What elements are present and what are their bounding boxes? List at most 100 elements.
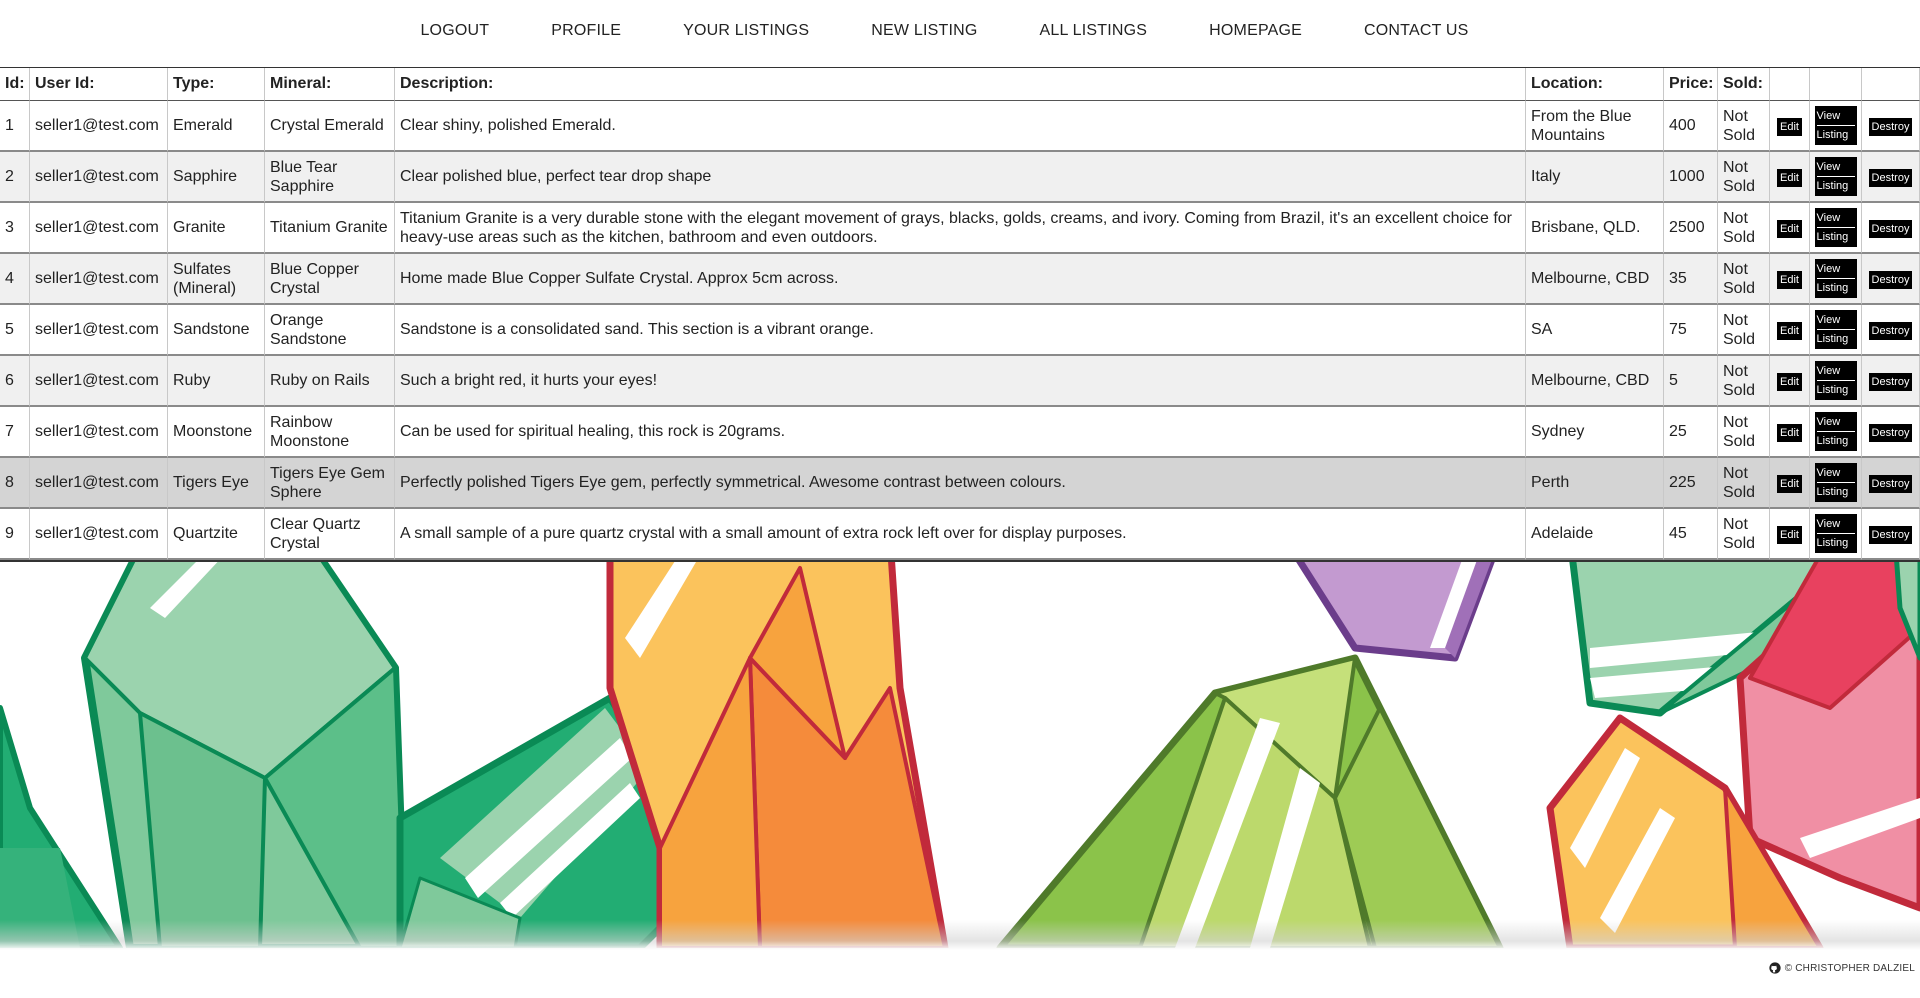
view-listing-button[interactable]: View Listing xyxy=(1814,259,1857,298)
edit-button[interactable]: Edit xyxy=(1777,270,1802,289)
view-listing-button[interactable]: View Listing xyxy=(1814,106,1857,145)
view-label-line1: View xyxy=(1816,413,1855,432)
cell-price: 2500 xyxy=(1664,203,1718,254)
table-row: 5 seller1@test.com Sandstone Orange Sandsto… xyxy=(0,305,1920,356)
destroy-button[interactable]: Destroy xyxy=(1868,474,1913,493)
edit-button[interactable]: Edit xyxy=(1777,321,1802,340)
destroy-button[interactable]: Destroy xyxy=(1868,219,1913,238)
nav-homepage[interactable]: HOMEPAGE xyxy=(1209,23,1302,39)
edit-button[interactable]: Edit xyxy=(1777,372,1802,391)
view-listing-button[interactable]: View Listing xyxy=(1814,361,1857,400)
cell-destroy: Destroy xyxy=(1862,101,1920,152)
cell-edit: Edit xyxy=(1770,407,1810,458)
cell-edit: Edit xyxy=(1770,254,1810,305)
cell-mineral: Clear Quartz Crystal xyxy=(265,509,395,560)
cell-destroy: Destroy xyxy=(1862,152,1920,203)
cell-sold: Not Sold xyxy=(1718,407,1770,458)
view-listing-button[interactable]: View Listing xyxy=(1814,412,1857,451)
cell-edit: Edit xyxy=(1770,101,1810,152)
cell-view: View Listing xyxy=(1810,458,1862,509)
cell-edit: Edit xyxy=(1770,509,1810,560)
cell-price: 35 xyxy=(1664,254,1718,305)
destroy-button[interactable]: Destroy xyxy=(1868,270,1913,289)
cell-type: Moonstone xyxy=(168,407,265,458)
cell-type: Emerald xyxy=(168,101,265,152)
cell-id: 2 xyxy=(0,152,30,203)
top-nav: LOGOUT PROFILE YOUR LISTINGS NEW LISTING ALL… xyxy=(0,0,1920,66)
cell-location: Adelaide xyxy=(1526,509,1664,560)
cell-user: seller1@test.com xyxy=(30,356,168,407)
cell-location: Sydney xyxy=(1526,407,1664,458)
edit-button[interactable]: Edit xyxy=(1777,423,1802,442)
cell-view: View Listing xyxy=(1810,509,1862,560)
destroy-button[interactable]: Destroy xyxy=(1868,372,1913,391)
cell-sold: Not Sold xyxy=(1718,458,1770,509)
destroy-button[interactable]: Destroy xyxy=(1868,423,1913,442)
nav-all-listings[interactable]: ALL LISTINGS xyxy=(1040,23,1148,39)
edit-button[interactable]: Edit xyxy=(1777,474,1802,493)
header-price: Price: xyxy=(1664,68,1718,101)
nav-contact-us[interactable]: CONTACT US xyxy=(1364,23,1469,39)
header-view xyxy=(1810,68,1862,101)
view-label-line2: Listing xyxy=(1816,486,1849,498)
edit-button[interactable]: Edit xyxy=(1777,525,1802,544)
view-listing-button[interactable]: View Listing xyxy=(1814,310,1857,349)
cell-price: 400 xyxy=(1664,101,1718,152)
destroy-button[interactable]: Destroy xyxy=(1868,321,1913,340)
nav-your-listings[interactable]: YOUR LISTINGS xyxy=(683,23,809,39)
table-row: 1 seller1@test.com Emerald Crystal Emerald C… xyxy=(0,101,1920,152)
cell-mineral: Rainbow Moonstone xyxy=(265,407,395,458)
cell-id: 1 xyxy=(0,101,30,152)
cell-mineral: Ruby on Rails xyxy=(265,356,395,407)
nav-logout[interactable]: LOGOUT xyxy=(420,23,489,39)
view-listing-button[interactable]: View Listing xyxy=(1814,514,1857,553)
cell-type: Quartzite xyxy=(168,509,265,560)
cell-price: 225 xyxy=(1664,458,1718,509)
header-type: Type: xyxy=(168,68,265,101)
cell-sold: Not Sold xyxy=(1718,152,1770,203)
edit-button[interactable]: Edit xyxy=(1777,117,1802,136)
cell-id: 3 xyxy=(0,203,30,254)
edit-button[interactable]: Edit xyxy=(1777,168,1802,187)
cell-view: View Listing xyxy=(1810,203,1862,254)
header-description: Description: xyxy=(395,68,1526,101)
destroy-button[interactable]: Destroy xyxy=(1868,168,1913,187)
cell-description: Home made Blue Copper Sulfate Crystal. A… xyxy=(395,254,1526,305)
view-listing-button[interactable]: View Listing xyxy=(1814,157,1857,196)
view-label-line1: View xyxy=(1816,260,1855,279)
cell-mineral: Crystal Emerald xyxy=(265,101,395,152)
view-label-line2: Listing xyxy=(1816,180,1849,192)
cell-user: seller1@test.com xyxy=(30,254,168,305)
cell-location: Brisbane, QLD. xyxy=(1526,203,1664,254)
cell-id: 9 xyxy=(0,509,30,560)
cell-type: Sandstone xyxy=(168,305,265,356)
cell-location: Melbourne, CBD xyxy=(1526,356,1664,407)
view-listing-button[interactable]: View Listing xyxy=(1814,463,1857,502)
github-icon[interactable] xyxy=(1769,962,1781,974)
cell-sold: Not Sold xyxy=(1718,101,1770,152)
header-edit xyxy=(1770,68,1810,101)
cell-description: Titanium Granite is a very durable stone… xyxy=(395,203,1526,254)
nav-new-listing[interactable]: NEW LISTING xyxy=(871,23,977,39)
listings-table-wrapper: Id: User Id: Type: Mineral: Description:… xyxy=(0,67,1920,562)
edit-button[interactable]: Edit xyxy=(1777,219,1802,238)
cell-id: 5 xyxy=(0,305,30,356)
cell-user: seller1@test.com xyxy=(30,101,168,152)
view-label-line2: Listing xyxy=(1816,435,1849,447)
view-label-line1: View xyxy=(1816,107,1855,126)
cell-description: Sandstone is a consolidated sand. This s… xyxy=(395,305,1526,356)
view-listing-button[interactable]: View Listing xyxy=(1814,208,1857,247)
table-row: 4 seller1@test.com Sulfates (Mineral) Blue … xyxy=(0,254,1920,305)
destroy-button[interactable]: Destroy xyxy=(1868,525,1913,544)
destroy-button[interactable]: Destroy xyxy=(1868,117,1913,136)
view-label-line2: Listing xyxy=(1816,129,1849,141)
cell-id: 6 xyxy=(0,356,30,407)
header-mineral: Mineral: xyxy=(265,68,395,101)
cell-mineral: Tigers Eye Gem Sphere xyxy=(265,458,395,509)
copyright-text: © CHRISTOPHER DALZIEL xyxy=(1784,962,1915,974)
cell-edit: Edit xyxy=(1770,458,1810,509)
view-label-line2: Listing xyxy=(1816,537,1849,549)
nav-profile[interactable]: PROFILE xyxy=(551,23,621,39)
cell-user: seller1@test.com xyxy=(30,458,168,509)
view-label-line1: View xyxy=(1816,464,1855,483)
